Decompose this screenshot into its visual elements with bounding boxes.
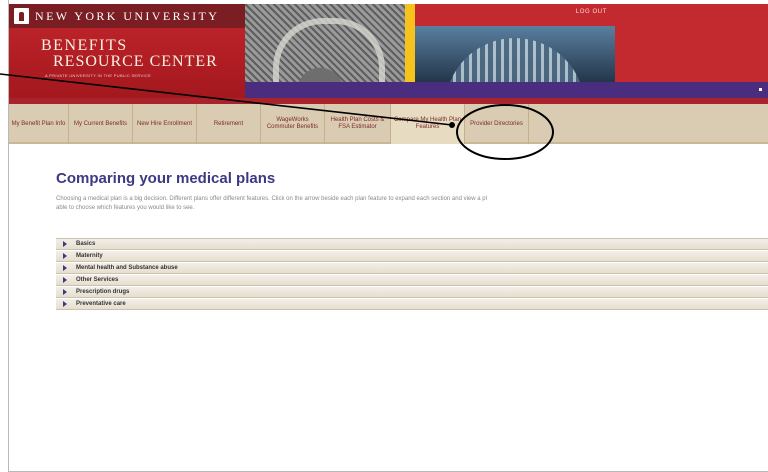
site-title-line2: RESOURCE CENTER <box>53 53 218 70</box>
expand-arrow-icon[interactable] <box>63 241 67 247</box>
intro-line-1: Choosing a medical plan is a big decisio… <box>56 196 487 202</box>
expand-arrow-icon[interactable] <box>63 301 67 307</box>
accordion-label: Mental health and Substance abuse <box>76 265 178 271</box>
atrium-image <box>415 26 615 82</box>
accordion-label: Prescription drugs <box>76 289 130 295</box>
accordion-row-basics[interactable]: Basics <box>56 239 768 250</box>
university-bar: NEW YORK UNIVERSITY <box>9 4 245 28</box>
nav-wageworks-commuter[interactable]: WageWorks Commuter Benefits <box>261 104 325 144</box>
accordion-row-mental-health[interactable]: Mental health and Substance abuse <box>56 263 768 274</box>
accordion-row-maternity[interactable]: Maternity <box>56 251 768 262</box>
accordion-label: Preventative care <box>76 301 126 307</box>
logout-link[interactable]: LOG OUT <box>576 9 607 15</box>
nav-health-plan-costs[interactable]: Health Plan Costs & FSA Estimator <box>325 104 391 144</box>
page-title: Comparing your medical plans <box>56 170 276 187</box>
accordion-label: Maternity <box>76 253 103 259</box>
expand-arrow-icon[interactable] <box>63 253 67 259</box>
brand-block: NEW YORK UNIVERSITY BENEFITS RESOURCE CE… <box>9 4 245 104</box>
expand-arrow-icon[interactable] <box>63 277 67 283</box>
accordion-label: Basics <box>76 241 96 247</box>
expand-arrow-icon[interactable] <box>63 265 67 271</box>
nav-my-benefit-plan-info[interactable]: My Benefit Plan Info <box>9 104 69 144</box>
header-purple-strip <box>245 82 768 98</box>
site-header: NEW YORK UNIVERSITY BENEFITS RESOURCE CE… <box>9 4 768 104</box>
nav-compare-health-plan[interactable]: Compare My Health Plan Features <box>391 104 465 144</box>
accordion-row-prescription-drugs[interactable]: Prescription drugs <box>56 287 768 298</box>
feature-accordion: Basics Maternity Mental health and Subst… <box>56 238 768 311</box>
nav-new-hire-enrollment[interactable]: New Hire Enrollment <box>133 104 197 144</box>
nyu-torch-icon <box>14 8 29 24</box>
nav-retirement[interactable]: Retirement <box>197 104 261 144</box>
nav-my-current-benefits[interactable]: My Current Benefits <box>69 104 133 144</box>
main-nav: My Benefit Plan Info My Current Benefits… <box>9 104 768 144</box>
expand-arrow-icon[interactable] <box>63 289 67 295</box>
nav-provider-directories[interactable]: Provider Directories <box>465 104 529 144</box>
university-name: NEW YORK UNIVERSITY <box>35 9 220 23</box>
accordion-row-other-services[interactable]: Other Services <box>56 275 768 286</box>
intro-text: Choosing a medical plan is a big decisio… <box>56 195 768 213</box>
intro-line-2: able to choose which features you would … <box>56 205 195 211</box>
accordion-row-preventative-care[interactable]: Preventative care <box>56 299 768 310</box>
accordion-label: Other Services <box>76 277 119 283</box>
tagline: A PRIVATE UNIVERSITY IN THE PUBLIC SERVI… <box>45 73 152 78</box>
